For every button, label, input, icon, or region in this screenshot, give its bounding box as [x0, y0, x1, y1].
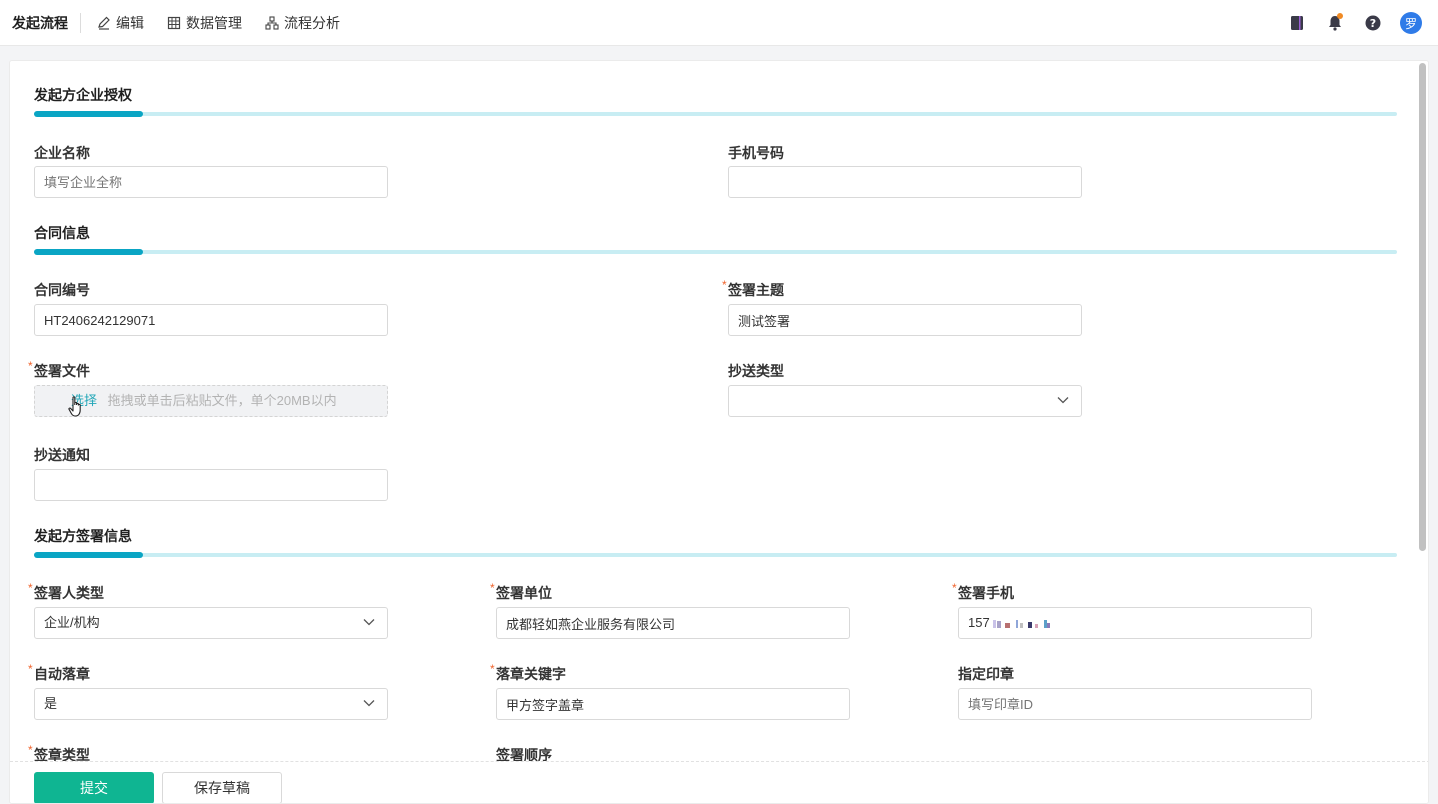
company-name-label: 企业名称	[34, 145, 90, 161]
sign-phone-value: 157	[968, 615, 990, 630]
hand-cursor-icon	[68, 396, 81, 417]
top-bar: 发起流程 编辑 数据管理 流程分析 ? 罗	[0, 0, 1438, 46]
seal-keyword-input[interactable]	[496, 688, 850, 720]
chevron-down-icon	[1057, 397, 1069, 404]
sign-unit-input[interactable]	[496, 607, 850, 639]
seal-id-label: 指定印章	[958, 666, 1014, 682]
flow-chart-icon	[265, 15, 279, 30]
table-icon	[167, 16, 181, 29]
sign-unit-label-text: 签署单位	[496, 585, 552, 601]
required-mark: *	[952, 581, 957, 595]
signer-type-value: 企业/机构	[44, 615, 100, 630]
title-divider	[80, 12, 81, 33]
required-mark: *	[28, 359, 33, 373]
required-mark: *	[490, 581, 495, 595]
form-footer: 提交 保存草稿	[10, 761, 1428, 803]
seal-id-input[interactable]	[958, 688, 1312, 720]
section-divider	[34, 249, 1397, 255]
section-divider	[34, 111, 1397, 117]
sign-phone-label-text: 签署手机	[958, 585, 1014, 601]
required-mark: *	[28, 662, 33, 676]
page-title: 发起流程	[12, 14, 68, 31]
contract-number-label: 合同编号	[34, 282, 90, 298]
masked-digits	[992, 619, 1050, 628]
signer-type-label-text: 签署人类型	[34, 585, 104, 601]
user-avatar[interactable]: 罗	[1400, 12, 1422, 34]
chevron-down-icon	[363, 700, 375, 707]
sign-file-label-text: 签署文件	[34, 363, 90, 379]
subject-label: * 签署主题	[722, 278, 784, 300]
cc-notice-label: 抄送通知	[34, 447, 90, 463]
help-icon[interactable]: ?	[1362, 12, 1384, 34]
nav-flow-analysis-label: 流程分析	[284, 14, 340, 31]
nav-edit-label: 编辑	[116, 14, 144, 31]
seal-keyword-label: * 落章关键字	[490, 662, 566, 684]
auto-seal-select[interactable]: 是	[34, 688, 388, 720]
submit-button[interactable]: 提交	[34, 772, 154, 803]
sign-file-label: * 签署文件	[28, 359, 90, 381]
section-title-contract: 合同信息	[34, 225, 90, 241]
sign-unit-label: * 签署单位	[490, 581, 552, 603]
nav-data-management[interactable]: 数据管理	[167, 13, 242, 33]
contract-number-input[interactable]	[34, 304, 388, 336]
section-divider	[34, 552, 1397, 558]
nav-flow-analysis[interactable]: 流程分析	[265, 13, 340, 33]
cc-type-select[interactable]	[728, 385, 1082, 417]
sign-phone-input[interactable]: 157	[958, 607, 1312, 639]
nav-data-management-label: 数据管理	[186, 14, 242, 31]
signer-type-label: * 签署人类型	[28, 581, 104, 603]
cc-type-label: 抄送类型	[728, 363, 784, 379]
section-title-auth: 发起方企业授权	[34, 87, 132, 103]
notification-dot	[1337, 13, 1343, 19]
subject-input[interactable]	[728, 304, 1082, 336]
form-panel: 发起方企业授权 企业名称 手机号码 合同信息 合同编号 * 签署主题 * 签署文…	[9, 60, 1429, 804]
file-upload-hint: 拖拽或单击后粘贴文件，单个20MB以内	[107, 393, 337, 408]
avatar: 罗	[1400, 12, 1422, 34]
section-title-signer: 发起方签署信息	[34, 528, 132, 544]
sign-phone-label: * 签署手机	[952, 581, 1014, 603]
required-mark: *	[490, 662, 495, 676]
seal-keyword-label-text: 落章关键字	[496, 666, 566, 682]
svg-text:?: ?	[1370, 17, 1376, 30]
save-draft-button[interactable]: 保存草稿	[162, 772, 282, 803]
required-mark: *	[722, 278, 727, 292]
file-upload-dropzone[interactable]: 选择 拖拽或单击后粘贴文件，单个20MB以内	[34, 385, 388, 417]
company-name-input[interactable]	[34, 166, 388, 198]
phone-label: 手机号码	[728, 145, 784, 161]
nav-edit[interactable]: 编辑	[97, 13, 144, 33]
subject-label-text: 签署主题	[728, 282, 784, 298]
auto-seal-label: * 自动落章	[28, 662, 90, 684]
chevron-down-icon	[363, 619, 375, 626]
signer-type-select[interactable]: 企业/机构	[34, 607, 388, 639]
cc-notice-input[interactable]	[34, 469, 388, 501]
required-mark: *	[28, 581, 33, 595]
bell-icon[interactable]	[1324, 12, 1346, 34]
top-right-toolbar: ? 罗	[1270, 12, 1422, 34]
auto-seal-value: 是	[44, 696, 58, 711]
auto-seal-label-text: 自动落章	[34, 666, 90, 682]
required-mark: *	[28, 743, 33, 757]
edit-icon	[98, 16, 110, 30]
phone-input[interactable]	[728, 166, 1082, 198]
notebook-icon[interactable]	[1286, 12, 1308, 34]
vertical-scrollbar[interactable]	[1419, 63, 1426, 551]
